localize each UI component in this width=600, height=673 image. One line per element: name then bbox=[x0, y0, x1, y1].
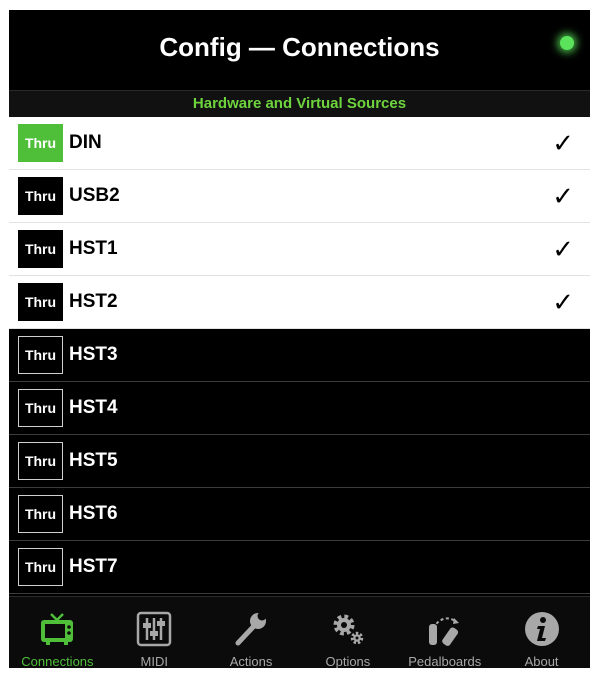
checkmark-icon: ✓ bbox=[552, 129, 574, 159]
app-frame: Config — Connections Hardware and Virtua… bbox=[9, 10, 590, 668]
checkmark-icon: ✓ bbox=[552, 235, 574, 265]
section-header: Hardware and Virtual Sources bbox=[9, 90, 590, 118]
tv-icon bbox=[38, 607, 76, 648]
source-name: DIN bbox=[69, 132, 102, 153]
source-name: USB2 bbox=[69, 185, 120, 206]
thru-toggle[interactable]: Thru bbox=[18, 495, 63, 533]
mixer-sliders-icon bbox=[135, 607, 173, 648]
source-row-hst2[interactable]: Thru HST2 ✓ bbox=[9, 276, 590, 329]
thru-toggle[interactable]: Thru bbox=[18, 442, 63, 480]
wrench-icon bbox=[232, 607, 270, 648]
thru-toggle[interactable]: Thru bbox=[18, 389, 63, 427]
source-name: HST7 bbox=[69, 556, 118, 577]
thru-toggle[interactable]: Thru bbox=[18, 124, 63, 162]
source-row-hst7[interactable]: Thru HST7 bbox=[9, 541, 590, 594]
tab-label: Pedalboards bbox=[408, 654, 482, 668]
tab-connections[interactable]: Connections bbox=[9, 597, 106, 668]
source-list: Thru DIN ✓ Thru USB2 ✓ Thru HST1 ✓ Thru … bbox=[9, 117, 590, 594]
thru-toggle[interactable]: Thru bbox=[18, 283, 63, 321]
tab-bar: Connections MIDI Actions Options Pedalbo… bbox=[9, 596, 590, 668]
source-row-hst3[interactable]: Thru HST3 bbox=[9, 329, 590, 382]
thru-toggle[interactable]: Thru bbox=[18, 548, 63, 586]
pedalboard-icon bbox=[426, 607, 464, 648]
source-row-hst4[interactable]: Thru HST4 bbox=[9, 382, 590, 435]
thru-toggle[interactable]: Thru bbox=[18, 177, 63, 215]
source-name: HST2 bbox=[69, 291, 118, 312]
source-name: HST1 bbox=[69, 238, 118, 259]
checkmark-icon: ✓ bbox=[552, 182, 574, 212]
tab-label: MIDI bbox=[140, 654, 168, 668]
source-name: HST3 bbox=[69, 344, 118, 365]
info-icon bbox=[523, 607, 561, 648]
source-name: HST4 bbox=[69, 397, 118, 418]
source-row-hst5[interactable]: Thru HST5 bbox=[9, 435, 590, 488]
source-row-hst1[interactable]: Thru HST1 ✓ bbox=[9, 223, 590, 276]
source-name: HST5 bbox=[69, 450, 118, 471]
tab-label: Options bbox=[325, 654, 371, 668]
tab-actions[interactable]: Actions bbox=[203, 597, 300, 668]
tab-label: Connections bbox=[21, 654, 94, 668]
section-label: Hardware and Virtual Sources bbox=[192, 95, 407, 112]
thru-toggle[interactable]: Thru bbox=[18, 230, 63, 268]
source-row-din[interactable]: Thru DIN ✓ bbox=[9, 117, 590, 170]
source-row-hst6[interactable]: Thru HST6 bbox=[9, 488, 590, 541]
tab-options[interactable]: Options bbox=[299, 597, 396, 668]
checkmark-icon: ✓ bbox=[552, 288, 574, 318]
source-row-usb2[interactable]: Thru USB2 ✓ bbox=[9, 170, 590, 223]
tab-label: About bbox=[524, 654, 559, 668]
tab-about[interactable]: About bbox=[493, 597, 590, 668]
nav-header: Config — Connections bbox=[9, 10, 590, 90]
gears-icon bbox=[329, 607, 367, 648]
page-title: Config — Connections bbox=[159, 32, 440, 62]
source-name: HST6 bbox=[69, 503, 118, 524]
thru-toggle[interactable]: Thru bbox=[18, 336, 63, 374]
tab-label: Actions bbox=[229, 654, 273, 668]
tab-pedalboards[interactable]: Pedalboards bbox=[396, 597, 493, 668]
status-led-icon bbox=[560, 36, 574, 50]
tab-midi[interactable]: MIDI bbox=[106, 597, 203, 668]
